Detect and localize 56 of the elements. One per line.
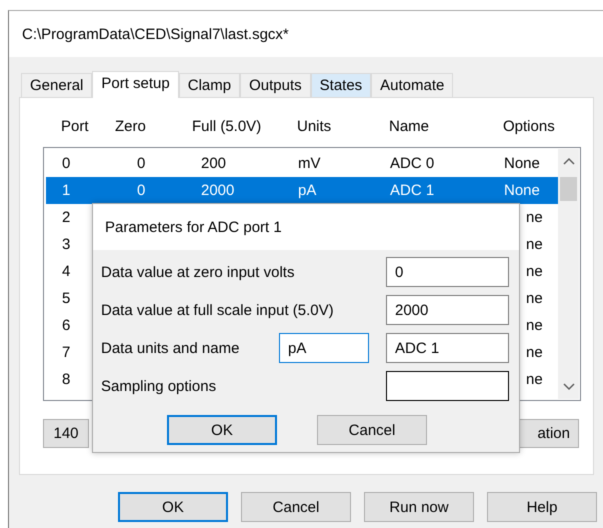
input-field[interactable]: pA (279, 333, 369, 363)
table-cell-text: ADC 1 (390, 182, 436, 199)
input-field[interactable] (386, 371, 509, 401)
table-cell-text: 2 (62, 209, 72, 226)
field-label: Data units and name (101, 340, 240, 356)
tab[interactable]: Outputs (240, 73, 311, 97)
field-label: Data value at zero input volts (101, 264, 296, 280)
table-cell-text: 0 (62, 155, 72, 172)
scroll-thumb[interactable] (560, 177, 577, 201)
input-field[interactable]: 2000 (386, 295, 509, 325)
table-cell-text: None (504, 182, 541, 199)
column-header: Units (297, 118, 332, 137)
list-row[interactable]: 1 0 2000 pA ADC 1 None (46, 177, 558, 204)
column-header: Port (61, 118, 90, 137)
table-cell-text: ne (525, 317, 544, 334)
table-cell-text: 1 (62, 182, 72, 199)
dialog-button[interactable]: Run now (364, 492, 474, 522)
table-cell-text: 2000 (200, 182, 236, 199)
column-header: Name (389, 118, 430, 137)
table-cell-text: mV (298, 155, 322, 172)
dialog-button[interactable]: Cancel (317, 415, 427, 445)
list-row[interactable]: 0 0 200 mV ADC 0 None (46, 150, 558, 177)
field-label: Data value at full scale input (5.0V) (101, 302, 335, 318)
field-label: Sampling options (101, 378, 218, 394)
dialog-button[interactable]: Cancel (241, 492, 351, 522)
table-cell-text: 200 (200, 155, 228, 172)
dialog-button[interactable]: OK (118, 492, 228, 522)
table-cell-text: 0 (136, 182, 146, 199)
column-header: Options (503, 118, 556, 137)
table-cell-text: 0 (136, 155, 146, 172)
column-header: Zero (115, 118, 147, 137)
tab[interactable]: States (310, 73, 372, 97)
scroll-up-icon[interactable] (562, 157, 574, 165)
scroll-down-icon[interactable] (562, 383, 574, 391)
table-cell-text: None (504, 155, 541, 172)
table-cell-text: ne (525, 209, 544, 226)
table-cell-text: ADC 0 (390, 155, 436, 172)
tab[interactable]: Clamp (178, 73, 240, 97)
tab[interactable]: Port setup (92, 71, 179, 98)
input-field[interactable]: 0 (386, 257, 509, 287)
input-field[interactable]: ADC 1 (386, 333, 509, 363)
window-title: C:\ProgramData\CED\Signal7\last.sgcx* (22, 26, 289, 42)
table-cell-text: 6 (62, 317, 72, 334)
tab[interactable]: General (21, 73, 92, 97)
table-cell-text: 5 (62, 290, 72, 307)
tab[interactable]: Automate (371, 73, 454, 97)
dialog-button[interactable]: OK (167, 415, 277, 445)
scrollbar[interactable] (558, 149, 579, 399)
table-cell-text: 3 (62, 236, 72, 253)
dialog-button[interactable]: Help (487, 492, 597, 522)
table-cell-text: ne (525, 236, 544, 253)
dialog-title: Parameters for ADC port 1 (105, 218, 282, 236)
table-cell-text: pA (298, 182, 318, 199)
column-header: Full (5.0V) (192, 118, 262, 137)
table-cell-text: ne (525, 290, 544, 307)
button[interactable]: 140 (43, 419, 89, 448)
